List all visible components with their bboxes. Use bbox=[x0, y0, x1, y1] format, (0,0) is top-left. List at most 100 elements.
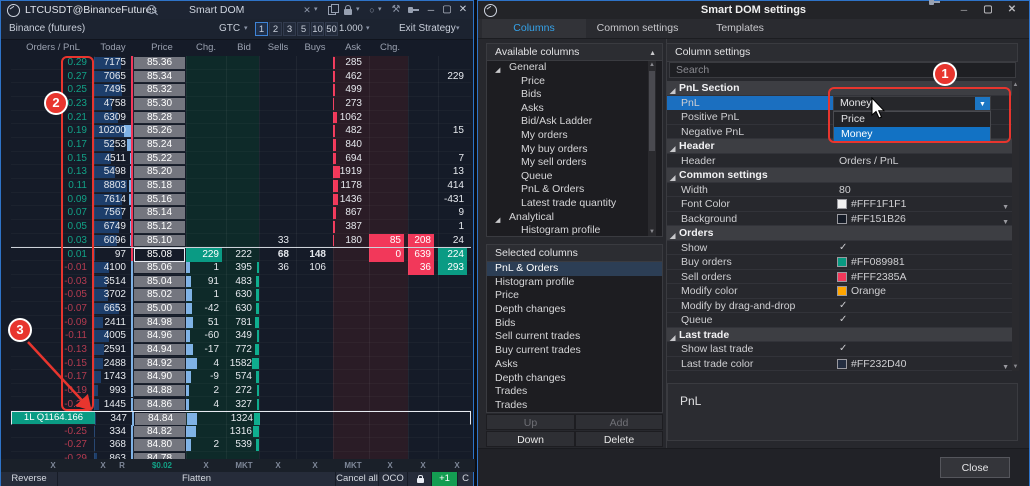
add-column-button[interactable]: Add bbox=[575, 414, 663, 430]
maximize-icon[interactable]: ▢ bbox=[442, 1, 452, 19]
ladder-row-84.78[interactable]: -0.2986384.78 bbox=[11, 452, 471, 459]
cell-ask[interactable]: 387 bbox=[333, 220, 365, 234]
setting-value[interactable]: Orders / PnL bbox=[839, 154, 899, 168]
footer-cell-3[interactable]: $0.02 bbox=[147, 459, 177, 472]
selected-column-item[interactable]: Bids bbox=[487, 317, 662, 331]
cell-today[interactable]: 4100 bbox=[94, 261, 129, 275]
settings-row-show-last-trade[interactable]: Show last trade✓ bbox=[667, 342, 1017, 357]
chart-mode-caret-icon[interactable]: ▾ bbox=[314, 1, 318, 19]
cell-chg[interactable]: -42 bbox=[186, 302, 222, 316]
settings-row-show[interactable]: Show✓ bbox=[667, 241, 1017, 256]
cell-today[interactable]: 863 bbox=[94, 452, 129, 459]
cell-price[interactable]: 85.28 bbox=[134, 112, 185, 124]
cell-ask[interactable]: 1919 bbox=[333, 165, 365, 179]
cell-t2[interactable]: 7 bbox=[438, 152, 467, 166]
tree-item[interactable]: My buy orders bbox=[487, 143, 662, 157]
cell-today[interactable]: 4511 bbox=[94, 152, 129, 166]
cell-bid[interactable]: 1324 bbox=[227, 412, 256, 426]
selected-column-item[interactable]: Buy current trades bbox=[487, 344, 662, 358]
cell-bid[interactable]: 630 bbox=[226, 288, 255, 302]
cell-chg2[interactable]: 0 bbox=[369, 248, 404, 262]
cell-price[interactable]: 85.34 bbox=[134, 71, 185, 83]
cell-price[interactable]: 85.22 bbox=[134, 153, 185, 165]
cell-today[interactable]: 4005 bbox=[94, 329, 129, 343]
cell-ask[interactable]: 1062 bbox=[333, 111, 365, 125]
footer-cell-11[interactable]: X bbox=[442, 459, 472, 472]
cell-ask[interactable]: 180 bbox=[333, 234, 365, 248]
cell-buys[interactable]: 106 bbox=[296, 261, 329, 275]
oco-button[interactable]: OCO bbox=[379, 472, 408, 486]
close-icon[interactable]: ✕ bbox=[458, 1, 468, 19]
cell-bid[interactable]: 349 bbox=[226, 329, 255, 343]
footer-cell-6[interactable]: X bbox=[263, 459, 293, 472]
footer-cell-2[interactable]: R bbox=[107, 459, 137, 472]
cell-t2[interactable]: 229 bbox=[438, 70, 467, 84]
qty-button-5[interactable]: 5 bbox=[297, 22, 310, 36]
cell-today[interactable]: 6309 bbox=[94, 111, 129, 125]
cell-pnl[interactable]: -0.27 bbox=[11, 438, 90, 452]
footer-cell-9[interactable]: X bbox=[375, 459, 405, 472]
cell-ask[interactable]: 694 bbox=[333, 152, 365, 166]
selected-column-item[interactable]: Sell current trades bbox=[487, 330, 662, 344]
cell-today[interactable]: 368 bbox=[94, 438, 129, 452]
cell-ask[interactable]: 285 bbox=[333, 56, 365, 70]
cell-t1[interactable]: 36 bbox=[408, 261, 434, 275]
cell-t2[interactable]: 9 bbox=[438, 206, 467, 220]
cell-chg[interactable]: 4 bbox=[186, 398, 222, 412]
ladder-row-84.84[interactable]: 1L Q1164.16634784.841324 bbox=[11, 411, 471, 425]
lot-size-select[interactable]: 1.000 bbox=[339, 19, 363, 39]
tree-item[interactable]: Queue bbox=[487, 170, 662, 184]
scroll-up-icon[interactable]: ▲ bbox=[648, 61, 656, 69]
cell-ask[interactable]: 1436 bbox=[333, 193, 365, 207]
plus-one-button[interactable]: +1 bbox=[432, 472, 458, 486]
selected-column-item[interactable]: Histogram profile bbox=[487, 276, 662, 290]
qty-button-3[interactable]: 3 bbox=[283, 22, 296, 36]
qty-button-50[interactable]: 50 bbox=[325, 22, 338, 36]
settings-row-modify-by-drag-and-drop[interactable]: Modify by drag-and-drop✓ bbox=[667, 299, 1017, 314]
cell-today[interactable]: 5498 bbox=[94, 165, 129, 179]
color-value[interactable]: #FFF2385A bbox=[851, 270, 906, 284]
cell-price[interactable]: 85.16 bbox=[134, 194, 185, 206]
selected-column-item[interactable]: Asks bbox=[487, 358, 662, 372]
cell-price[interactable]: 85.32 bbox=[134, 84, 185, 96]
cell-pnl[interactable]: -0.29 bbox=[11, 452, 90, 459]
color-value[interactable]: #FFF1F1F1 bbox=[851, 197, 906, 211]
flatten-button[interactable]: Flatten bbox=[58, 472, 336, 486]
tab-common-settings[interactable]: Common settings bbox=[586, 19, 689, 38]
ladder-row-84.80[interactable]: -0.2736884.802539 bbox=[11, 438, 471, 452]
cell-price[interactable]: 84.98 bbox=[134, 317, 185, 329]
available-scrollbar[interactable]: ▲ ▼ bbox=[648, 61, 656, 236]
grid-scroll-up-icon[interactable]: ▲ bbox=[1012, 81, 1019, 89]
cell-price[interactable]: 85.30 bbox=[134, 98, 185, 110]
circle-icon[interactable]: ○ bbox=[367, 1, 377, 19]
scroll-down-icon[interactable]: ▼ bbox=[648, 228, 656, 236]
tree-item[interactable]: Latest trade quantity bbox=[487, 197, 662, 211]
cell-price[interactable]: 85.06 bbox=[134, 262, 185, 274]
lock-caret-icon[interactable]: ▾ bbox=[356, 1, 360, 19]
lot-caret-icon[interactable]: ▾ bbox=[366, 20, 370, 38]
cell-bid[interactable]: 272 bbox=[226, 384, 255, 398]
cell-t2[interactable]: 13 bbox=[438, 165, 467, 179]
cell-ask[interactable]: 273 bbox=[333, 97, 365, 111]
selected-column-item[interactable]: Price bbox=[487, 289, 662, 303]
cell-chg[interactable]: 1 bbox=[186, 288, 222, 302]
cell-today[interactable]: 7065 bbox=[94, 70, 129, 84]
cell-chg[interactable]: 229 bbox=[186, 248, 222, 262]
cell-today[interactable]: 8803 bbox=[94, 179, 129, 193]
cell-bid[interactable]: 772 bbox=[226, 343, 255, 357]
cell-chg[interactable]: -17 bbox=[186, 343, 222, 357]
circle-caret-icon[interactable]: ▾ bbox=[378, 1, 382, 19]
settings-row-header[interactable]: HeaderOrders / PnL bbox=[667, 154, 1017, 169]
tree-item[interactable]: My orders bbox=[487, 129, 662, 143]
cell-bid[interactable]: 574 bbox=[226, 370, 255, 384]
setting-value[interactable]: 80 bbox=[839, 183, 851, 197]
cell-buys[interactable]: 148 bbox=[296, 248, 329, 262]
tree-item[interactable]: Price bbox=[487, 75, 662, 89]
exit-strategy-caret-icon[interactable]: ▾ bbox=[456, 20, 460, 38]
settings-row-background[interactable]: Background#FF151B26▼ bbox=[667, 212, 1017, 227]
cell-chg[interactable]: 2 bbox=[186, 438, 222, 452]
cell-today[interactable]: 2591 bbox=[94, 343, 129, 357]
checkbox-checked-icon[interactable]: ✓ bbox=[839, 241, 847, 255]
settings-minimize-icon[interactable]: ─ bbox=[958, 1, 970, 19]
cell-today[interactable]: 6749 bbox=[94, 220, 129, 234]
